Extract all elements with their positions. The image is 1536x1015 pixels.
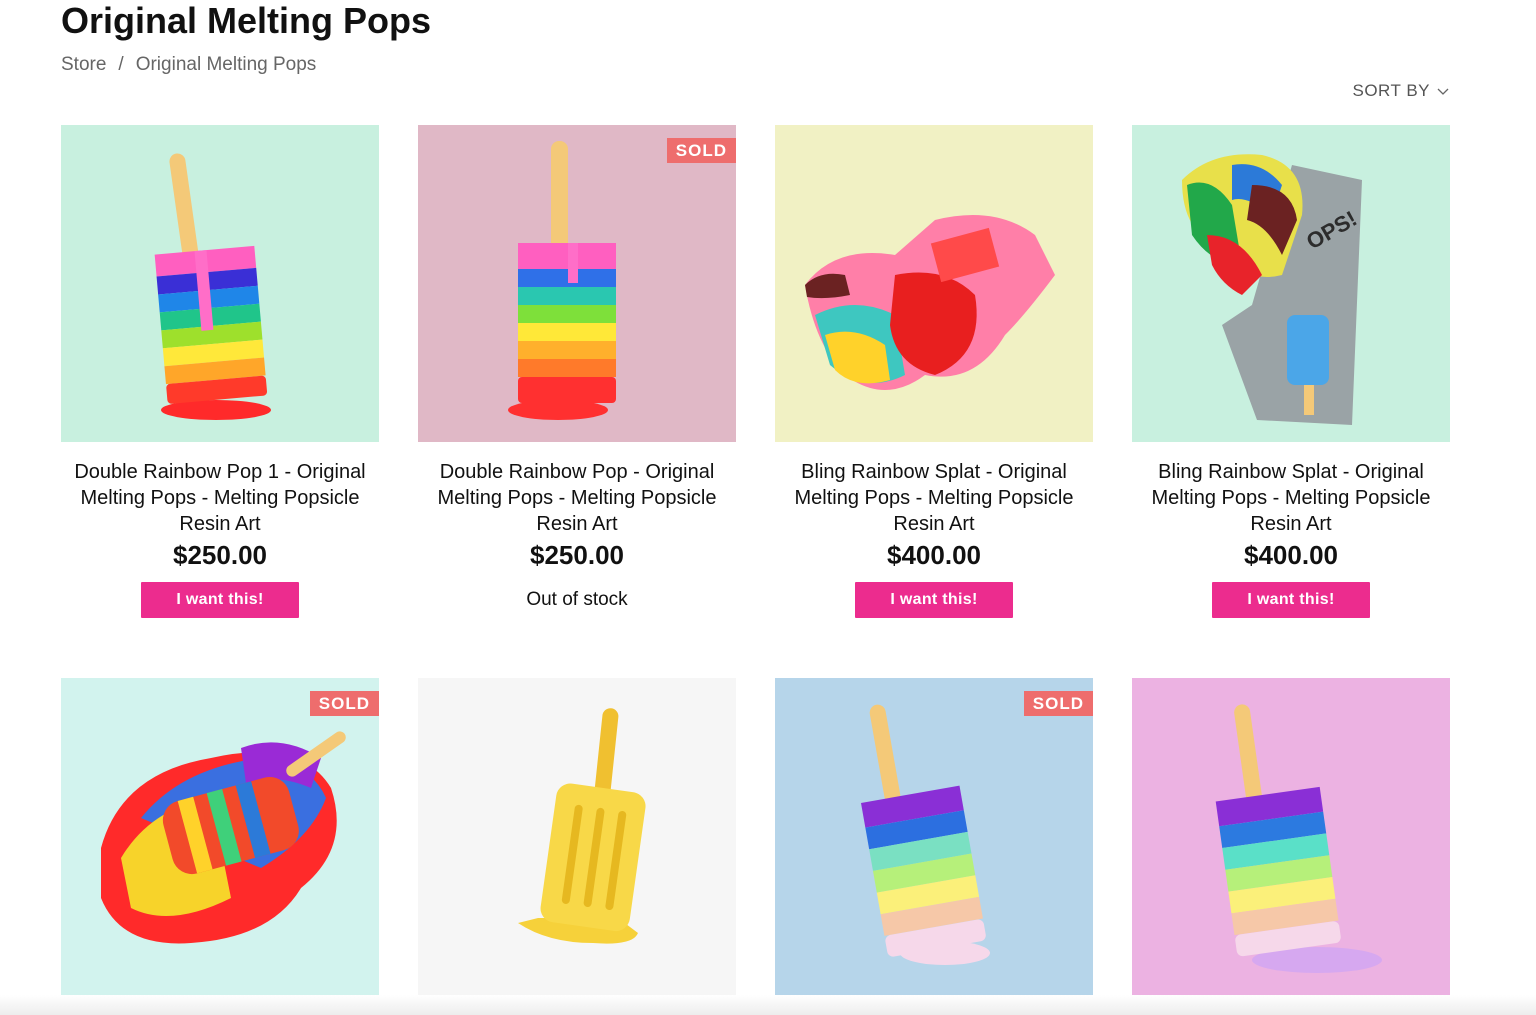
popsicle-image (418, 125, 736, 442)
sold-badge: SOLD (309, 691, 379, 716)
out-of-stock-label: Out of stock (526, 589, 628, 610)
product-image[interactable] (1132, 678, 1450, 995)
splat-image (775, 125, 1093, 442)
breadcrumb-store-link[interactable]: Store (61, 54, 106, 76)
sort-by-label: SORT BY (1352, 81, 1430, 100)
product-title[interactable]: Double Rainbow Pop - Original Melting Po… (418, 459, 736, 537)
splat-image: OPS! (1132, 125, 1450, 442)
sold-badge: SOLD (1023, 691, 1093, 716)
product-price: $250.00 (530, 540, 624, 570)
product-card: OPS! Bling Rainbow Splat - Original Melt… (1132, 125, 1450, 678)
popsicle-image (61, 125, 379, 442)
i-want-this-button[interactable]: I want this! (855, 582, 1013, 618)
breadcrumb: Store / Original Melting Pops (61, 54, 316, 76)
product-card: Bling Rainbow Splat - Original Melting P… (775, 125, 1093, 678)
product-card: SOLD (61, 678, 379, 995)
breadcrumb-current[interactable]: Original Melting Pops (136, 54, 317, 76)
popsicle-image (775, 678, 1093, 995)
product-title[interactable]: Bling Rainbow Splat - Original Melting P… (1132, 459, 1450, 537)
bottom-edge-shadow (0, 995, 1536, 1015)
product-image[interactable]: SOLD (61, 678, 379, 995)
product-image[interactable]: SOLD (418, 125, 736, 442)
product-image[interactable] (418, 678, 736, 995)
product-image[interactable]: SOLD (775, 678, 1093, 995)
product-grid: Double Rainbow Pop 1 - Original Melting … (61, 125, 1451, 995)
product-card (1132, 678, 1450, 995)
product-image[interactable] (61, 125, 379, 442)
page-title: Original Melting Pops (61, 0, 432, 41)
product-image[interactable] (775, 125, 1093, 442)
breadcrumb-separator: / (118, 54, 124, 75)
splat-image (61, 678, 379, 995)
popsicle-image (1132, 678, 1450, 995)
product-card: SOLD (775, 678, 1093, 995)
i-want-this-button[interactable]: I want this! (141, 582, 299, 618)
product-price: $400.00 (887, 540, 981, 570)
popsicle-image (418, 678, 736, 995)
chevron-down-icon (1437, 88, 1449, 95)
product-card (418, 678, 736, 995)
sort-by-dropdown[interactable]: SORT BY (1352, 81, 1450, 101)
product-card: Double Rainbow Pop 1 - Original Melting … (61, 125, 379, 678)
product-title[interactable]: Double Rainbow Pop 1 - Original Melting … (61, 459, 379, 537)
product-title[interactable]: Bling Rainbow Splat - Original Melting P… (775, 459, 1093, 537)
product-price: $400.00 (1244, 540, 1338, 570)
product-card: SOLD Double Rainbow Pop - Original Melti… (418, 125, 736, 678)
product-image[interactable]: OPS! (1132, 125, 1450, 442)
product-price: $250.00 (173, 540, 267, 570)
i-want-this-button[interactable]: I want this! (1212, 582, 1370, 618)
sold-badge: SOLD (666, 138, 736, 163)
